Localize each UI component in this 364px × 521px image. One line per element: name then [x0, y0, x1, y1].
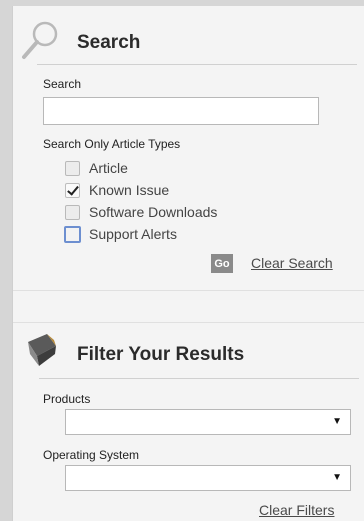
checkbox-article[interactable]	[65, 160, 80, 176]
checkbox-label-known-issue: Known Issue	[89, 182, 170, 198]
sidebar-panel: Search Search Search Only Article Types …	[12, 6, 364, 521]
chevron-down-icon: ▼	[332, 472, 342, 483]
search-header: Search	[21, 20, 351, 66]
search-divider	[37, 64, 357, 65]
checkbox-label-software-downloads: Software Downloads	[89, 204, 218, 220]
clear-search-link[interactable]: Clear Search	[251, 255, 333, 271]
go-button[interactable]: Go	[211, 254, 233, 273]
search-title: Search	[77, 32, 141, 53]
section-separator-bottom	[13, 322, 364, 323]
products-label: Products	[43, 392, 91, 406]
checkbox-software-downloads[interactable]	[65, 204, 80, 220]
operating-system-select[interactable]: ▼	[65, 465, 351, 491]
magnifier-icon	[22, 21, 58, 59]
checkbox-row-software-downloads[interactable]: Software Downloads	[65, 202, 217, 222]
checkbox-support-alerts[interactable]	[64, 225, 81, 243]
article-types-label: Search Only Article Types	[43, 137, 181, 151]
chevron-down-icon: ▼	[332, 416, 342, 427]
products-select[interactable]: ▼	[65, 409, 351, 435]
checkbox-row-known-issue[interactable]: Known Issue	[65, 180, 169, 200]
checkbox-row-support-alerts[interactable]: Support Alerts	[64, 224, 177, 244]
checkbox-label-article: Article	[89, 160, 128, 176]
checkbox-row-article[interactable]: Article	[65, 158, 128, 178]
search-input[interactable]	[43, 97, 319, 125]
section-separator-top	[13, 290, 364, 291]
filter-divider	[39, 378, 359, 379]
checkbox-known-issue[interactable]	[65, 182, 80, 198]
filter-title: Filter Your Results	[77, 344, 245, 365]
funnel-icon	[28, 334, 56, 366]
operating-system-label: Operating System	[43, 448, 140, 462]
clear-filters-link[interactable]: Clear Filters	[259, 502, 334, 518]
search-field-label: Search	[43, 77, 82, 91]
checkbox-label-support-alerts: Support Alerts	[89, 226, 177, 242]
